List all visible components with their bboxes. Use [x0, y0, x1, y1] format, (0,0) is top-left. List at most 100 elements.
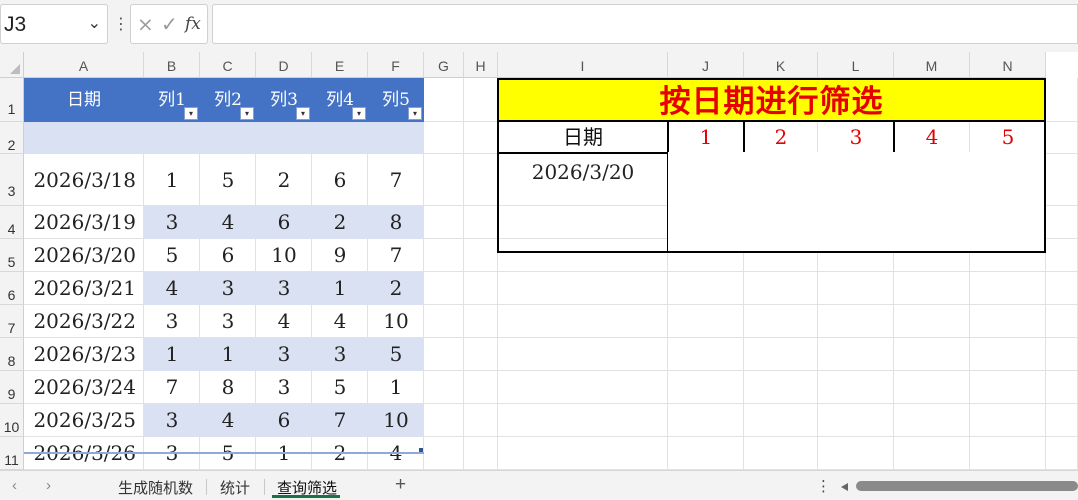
- row-header-7[interactable]: 7: [0, 305, 24, 338]
- tab-generate-random[interactable]: 生成随机数: [118, 477, 193, 498]
- table-header-cell[interactable]: 列2 ▾: [200, 78, 256, 122]
- table-cell[interactable]: 10: [368, 305, 424, 338]
- filter-result-kl[interactable]: [743, 152, 895, 253]
- column-header-i[interactable]: I: [498, 52, 668, 78]
- column-header-l[interactable]: L: [818, 52, 894, 78]
- table-cell[interactable]: 6: [312, 154, 368, 206]
- row-header-10[interactable]: 10: [0, 404, 24, 437]
- filter-dropdown-icon[interactable]: ▾: [352, 107, 366, 120]
- select-all-corner[interactable]: [0, 52, 24, 78]
- table-cell[interactable]: 5: [368, 338, 424, 371]
- column-header-n[interactable]: N: [970, 52, 1046, 78]
- table-cell[interactable]: 10: [256, 239, 312, 272]
- row-header-4[interactable]: 4: [0, 206, 24, 239]
- table-cell[interactable]: 5: [200, 154, 256, 206]
- table-cell[interactable]: 10: [368, 404, 424, 437]
- table-cell[interactable]: 8: [200, 371, 256, 404]
- confirm-icon[interactable]: ✓: [161, 12, 178, 36]
- filter-dropdown-icon[interactable]: ▾: [408, 107, 422, 120]
- table-cell[interactable]: 4: [256, 305, 312, 338]
- table-cell[interactable]: 7: [368, 154, 424, 206]
- row-header-11[interactable]: 11: [0, 437, 24, 470]
- table-cell[interactable]: 4: [200, 206, 256, 239]
- table-cell[interactable]: 2026/3/25: [24, 404, 144, 437]
- table-cell[interactable]: 1: [144, 338, 200, 371]
- table-cell[interactable]: 1: [200, 338, 256, 371]
- table-header-cell[interactable]: 列1 ▾: [144, 78, 200, 122]
- table-cell[interactable]: 3: [256, 272, 312, 305]
- table-cell[interactable]: 9: [312, 239, 368, 272]
- table-cell[interactable]: 4: [200, 404, 256, 437]
- table-cell[interactable]: 1: [144, 154, 200, 206]
- table-cell[interactable]: 2026/3/19: [24, 206, 144, 239]
- filter-dropdown-icon[interactable]: ▾: [184, 107, 198, 120]
- table-cell[interactable]: 2026/3/24: [24, 371, 144, 404]
- table-cell[interactable]: 3: [200, 272, 256, 305]
- table-header-cell[interactable]: 列5 ▾: [368, 78, 424, 122]
- filter-dropdown-icon[interactable]: ▾: [240, 107, 254, 120]
- column-header-f[interactable]: F: [368, 52, 424, 78]
- table-cell[interactable]: 6: [256, 206, 312, 239]
- table-cell[interactable]: 2: [368, 272, 424, 305]
- row-header-9[interactable]: 9: [0, 371, 24, 404]
- column-header-m[interactable]: M: [894, 52, 970, 78]
- column-header-c[interactable]: C: [200, 52, 256, 78]
- table-cell[interactable]: 1: [368, 371, 424, 404]
- table-cell[interactable]: 3: [256, 371, 312, 404]
- horizontal-scrollbar[interactable]: [856, 481, 1078, 491]
- table-cell[interactable]: 3: [312, 338, 368, 371]
- table-cell[interactable]: 4: [312, 305, 368, 338]
- table-cell[interactable]: 2026/3/23: [24, 338, 144, 371]
- tab-statistics[interactable]: 统计: [220, 477, 250, 498]
- table-cell[interactable]: 3: [200, 305, 256, 338]
- table-cell[interactable]: 3: [256, 338, 312, 371]
- table-cell[interactable]: 1: [312, 272, 368, 305]
- table-header-cell[interactable]: 列4 ▾: [312, 78, 368, 122]
- table-resize-handle[interactable]: [419, 448, 423, 452]
- table-empty-row[interactable]: [24, 122, 424, 154]
- column-header-g[interactable]: G: [424, 52, 464, 78]
- table-cell[interactable]: 8: [368, 206, 424, 239]
- more-sheets-icon[interactable]: ⋮: [816, 477, 831, 495]
- table-cell[interactable]: 3: [144, 404, 200, 437]
- scroll-left-icon[interactable]: [840, 483, 848, 491]
- column-header-e[interactable]: E: [312, 52, 368, 78]
- chevron-down-icon[interactable]: ⌄: [88, 13, 101, 33]
- add-sheet-icon[interactable]: +: [395, 474, 406, 496]
- spreadsheet-grid[interactable]: ABCDEFGHIJKLMN 123456789101112 日期列1▾列2▾列…: [0, 52, 1078, 470]
- filter-dropdown-icon[interactable]: ▾: [296, 107, 310, 120]
- fx-icon[interactable]: fx: [185, 14, 201, 34]
- row-header-5[interactable]: 5: [0, 239, 24, 272]
- name-box[interactable]: J3 ⌄: [0, 4, 108, 44]
- table-header-cell[interactable]: 日期: [24, 78, 144, 122]
- table-cell[interactable]: 7: [312, 404, 368, 437]
- filter-date-cell[interactable]: 2026/3/20: [497, 152, 669, 253]
- row-header-3[interactable]: 3: [0, 154, 24, 206]
- table-cell[interactable]: 2: [312, 206, 368, 239]
- tab-prev-icon[interactable]: ‹: [12, 477, 17, 494]
- table-cell[interactable]: 5: [144, 239, 200, 272]
- table-cell[interactable]: 2026/3/21: [24, 272, 144, 305]
- formula-input[interactable]: [212, 4, 1078, 44]
- table-cell[interactable]: 6: [256, 404, 312, 437]
- row-header-1[interactable]: 1: [0, 78, 24, 122]
- more-options-icon[interactable]: ⋮: [113, 14, 129, 34]
- tab-next-icon[interactable]: ›: [46, 477, 51, 494]
- table-cell[interactable]: 2: [256, 154, 312, 206]
- table-cell[interactable]: 4: [144, 272, 200, 305]
- column-header-d[interactable]: D: [256, 52, 312, 78]
- column-header-b[interactable]: B: [144, 52, 200, 78]
- table-cell[interactable]: 6: [200, 239, 256, 272]
- table-cell[interactable]: 2026/3/20: [24, 239, 144, 272]
- table-cell[interactable]: 2026/3/22: [24, 305, 144, 338]
- table-cell[interactable]: 5: [312, 371, 368, 404]
- table-cell[interactable]: 7: [144, 371, 200, 404]
- table-header-cell[interactable]: 列3 ▾: [256, 78, 312, 122]
- table-cell[interactable]: 2026/3/18: [24, 154, 144, 206]
- cancel-icon[interactable]: ×: [137, 12, 154, 36]
- row-header-2[interactable]: 2: [0, 122, 24, 154]
- row-header-8[interactable]: 8: [0, 338, 24, 371]
- table-cell[interactable]: 3: [144, 206, 200, 239]
- column-header-h[interactable]: H: [464, 52, 498, 78]
- column-header-j[interactable]: J: [668, 52, 744, 78]
